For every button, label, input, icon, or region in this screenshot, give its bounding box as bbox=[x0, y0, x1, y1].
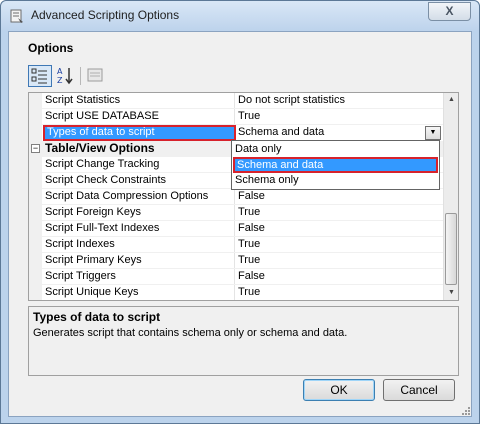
scrollbar-thumb[interactable] bbox=[445, 213, 457, 285]
title-bar[interactable]: Advanced Scripting Options X bbox=[1, 1, 479, 31]
grid-row-script-primary-keys[interactable]: Script Primary Keys True bbox=[29, 253, 443, 269]
grid-row-script-unique-keys[interactable]: Script Unique Keys True bbox=[29, 285, 443, 300]
dropdown-option-data-only[interactable]: Data only bbox=[233, 142, 438, 158]
property-value: True bbox=[238, 254, 261, 266]
svg-text:Z: Z bbox=[57, 76, 63, 85]
dropdown-arrow-button[interactable]: ▼ bbox=[425, 126, 441, 140]
grid-row-script-use-database[interactable]: Script USE DATABASE True bbox=[29, 109, 443, 125]
grid-row-script-foreign-keys[interactable]: Script Foreign Keys True bbox=[29, 205, 443, 221]
property-value-editor[interactable]: Schema and data bbox=[238, 126, 324, 138]
property-name: Script USE DATABASE bbox=[45, 110, 159, 122]
property-value: True bbox=[238, 206, 261, 218]
close-button[interactable]: X bbox=[428, 2, 471, 21]
property-value: True bbox=[238, 110, 261, 122]
property-name: Script Data Compression Options bbox=[45, 190, 209, 202]
property-name: Script Indexes bbox=[45, 238, 115, 250]
property-name: Script Full-Text Indexes bbox=[45, 222, 160, 234]
dropdown-option-schema-only[interactable]: Schema only bbox=[233, 173, 438, 189]
property-value: Do not script statistics bbox=[238, 94, 345, 106]
grid-row-script-statistics[interactable]: Script Statistics Do not script statisti… bbox=[29, 93, 443, 109]
property-value: False bbox=[238, 270, 265, 282]
property-value: False bbox=[238, 222, 265, 234]
ok-button[interactable]: OK bbox=[303, 379, 375, 401]
selected-property-highlight: Types of data to script bbox=[43, 125, 236, 141]
property-name: Types of data to script bbox=[47, 126, 155, 138]
grid-row-script-data-compression[interactable]: Script Data Compression Options False bbox=[29, 189, 443, 205]
help-description: Generates script that contains schema on… bbox=[33, 327, 348, 339]
scroll-up-icon[interactable]: ▲ bbox=[444, 93, 458, 107]
collapse-icon[interactable]: − bbox=[31, 144, 40, 153]
grid-row-script-triggers[interactable]: Script Triggers False bbox=[29, 269, 443, 285]
property-toolbar: A Z bbox=[28, 65, 168, 91]
grid-row-script-full-text-indexes[interactable]: Script Full-Text Indexes False bbox=[29, 221, 443, 237]
cancel-button[interactable]: Cancel bbox=[383, 379, 455, 401]
scroll-down-icon[interactable]: ▼ bbox=[444, 286, 458, 300]
property-name: Script Primary Keys bbox=[45, 254, 142, 266]
types-of-data-dropdown-list: Data only Schema and data Schema only bbox=[231, 140, 440, 190]
property-value: True bbox=[238, 286, 261, 298]
dialog-body: Options A Z Script Statistics Do not scr… bbox=[8, 31, 472, 417]
grid-row-script-indexes[interactable]: Script Indexes True bbox=[29, 237, 443, 253]
alphabetical-view-button[interactable]: A Z bbox=[54, 65, 78, 87]
property-grid: Script Statistics Do not script statisti… bbox=[28, 92, 459, 301]
dropdown-option-schema-and-data[interactable]: Schema and data bbox=[233, 157, 438, 173]
categorized-icon bbox=[31, 68, 47, 84]
categorized-view-button[interactable] bbox=[28, 65, 52, 87]
property-name: Script Foreign Keys bbox=[45, 206, 141, 218]
property-name: Script Check Constraints bbox=[45, 174, 167, 186]
property-name: Script Triggers bbox=[45, 270, 116, 282]
toolbar-separator bbox=[80, 67, 81, 85]
help-panel: Types of data to script Generates script… bbox=[28, 306, 459, 376]
property-value: False bbox=[238, 190, 265, 202]
grid-vertical-scrollbar[interactable]: ▲ ▼ bbox=[443, 93, 458, 300]
property-name: Script Statistics bbox=[45, 94, 121, 106]
dialog-window: Advanced Scripting Options X Options A Z bbox=[0, 0, 480, 424]
resize-grip-icon[interactable] bbox=[461, 406, 471, 416]
property-pages-icon bbox=[87, 68, 103, 82]
sort-alphabetical-icon: A Z bbox=[57, 67, 73, 85]
property-value: True bbox=[238, 238, 261, 250]
svg-text:A: A bbox=[57, 67, 63, 76]
options-heading: Options bbox=[28, 41, 74, 55]
property-pages-button[interactable] bbox=[84, 65, 108, 87]
grid-row-types-of-data[interactable]: Types of data to script Schema and data … bbox=[29, 125, 443, 141]
script-wizard-icon bbox=[10, 9, 23, 23]
category-label: Table/View Options bbox=[45, 141, 155, 155]
property-name: Script Unique Keys bbox=[45, 286, 139, 298]
help-title: Types of data to script bbox=[33, 310, 161, 324]
window-title: Advanced Scripting Options bbox=[31, 8, 180, 22]
property-name: Script Change Tracking bbox=[45, 158, 160, 170]
